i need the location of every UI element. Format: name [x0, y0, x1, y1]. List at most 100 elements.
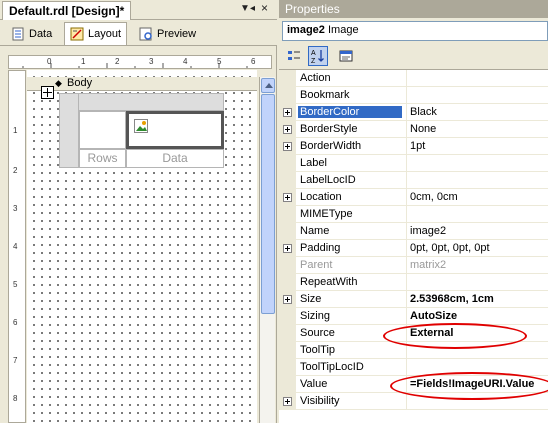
property-row-bookmark[interactable]: Bookmark: [279, 87, 548, 104]
column-divider: [406, 70, 407, 87]
property-value[interactable]: =Fields!ImageURI.Value: [410, 378, 548, 390]
scroll-up-button[interactable]: [261, 78, 275, 93]
object-selector[interactable]: image2 Image: [282, 21, 548, 41]
property-name: Bookmark: [300, 89, 350, 101]
property-row-mimetype[interactable]: MIMEType: [279, 206, 548, 223]
dropdown-arrow-icon[interactable]: ▼: [240, 3, 250, 14]
column-divider: [406, 308, 407, 325]
column-divider: [406, 121, 407, 138]
alphabetical-sort-icon: AZ: [311, 50, 324, 64]
property-name: BorderStyle: [300, 123, 358, 135]
property-value: matrix2: [410, 259, 447, 271]
expand-icon[interactable]: [283, 295, 292, 304]
body-section-header[interactable]: ◆ Body: [27, 77, 257, 91]
tab-preview-label: Preview: [157, 27, 197, 40]
property-name: Value: [300, 378, 328, 390]
row-gutter: [279, 223, 296, 240]
property-name: MIMEType: [300, 208, 353, 220]
property-row-bordercolor[interactable]: BorderColor Black: [279, 104, 548, 121]
property-row-action[interactable]: Action: [279, 70, 548, 87]
property-pages-button[interactable]: [336, 46, 356, 66]
categorized-button[interactable]: [284, 46, 304, 66]
property-row-location[interactable]: Location 0cm, 0cm: [279, 189, 548, 206]
tab-layout[interactable]: Layout: [64, 22, 128, 45]
horizontal-ruler: 0 1 2 3 4 5 6: [8, 55, 272, 69]
property-row-size[interactable]: Size 2.53968cm, 1cm: [279, 291, 548, 308]
ruler-number: 6: [13, 318, 18, 327]
expand-icon[interactable]: [283, 244, 292, 253]
property-name: Action: [300, 72, 331, 84]
property-value[interactable]: 1pt: [410, 140, 548, 152]
column-divider: [406, 223, 407, 240]
property-row-borderwidth[interactable]: BorderWidth 1pt: [279, 138, 548, 155]
property-value[interactable]: None: [410, 123, 548, 135]
property-row-value[interactable]: Value =Fields!ImageURI.Value: [279, 376, 548, 393]
property-grid[interactable]: Action Bookmark BorderColor Black Border…: [279, 69, 548, 423]
matrix-rows-cell[interactable]: Rows: [79, 149, 126, 168]
property-name: ToolTipLocID: [300, 361, 364, 373]
row-gutter: [279, 87, 296, 104]
property-row-name[interactable]: Name image2: [279, 223, 548, 240]
property-value[interactable]: 2.53968cm, 1cm: [410, 293, 548, 305]
property-value[interactable]: External: [410, 327, 548, 339]
image-placeholder-icon[interactable]: [134, 119, 148, 133]
matrix-row-handle[interactable]: [59, 93, 79, 168]
property-value[interactable]: AutoSize: [410, 310, 548, 322]
property-row-source[interactable]: Source External: [279, 325, 548, 342]
vertical-scrollbar[interactable]: [259, 77, 275, 423]
expand-icon[interactable]: [283, 193, 292, 202]
matrix-data-cell[interactable]: Data: [126, 149, 224, 168]
property-name: RepeatWith: [300, 276, 358, 288]
property-name: BorderColor: [298, 106, 402, 118]
close-icon[interactable]: ×: [261, 1, 268, 15]
data-icon: [12, 27, 24, 40]
tab-data[interactable]: Data: [6, 23, 57, 44]
property-name: Label: [300, 157, 327, 169]
column-divider: [406, 87, 407, 104]
property-value[interactable]: 0cm, 0cm: [410, 191, 548, 203]
property-name: BorderWidth: [300, 140, 362, 152]
document-tab[interactable]: Default.rdl [Design]*: [2, 1, 132, 20]
layout-icon: [70, 27, 84, 41]
expand-icon[interactable]: [283, 142, 292, 151]
row-gutter: [279, 70, 296, 87]
scroll-thumb[interactable]: [261, 94, 275, 314]
matrix-column-handle[interactable]: [59, 93, 224, 111]
float-icon[interactable]: ◂: [250, 3, 255, 14]
expand-icon[interactable]: [283, 125, 292, 134]
row-gutter: [279, 393, 296, 410]
property-row-tooltiplocid[interactable]: ToolTipLocID: [279, 359, 548, 376]
column-divider: [406, 172, 407, 189]
column-divider: [406, 240, 407, 257]
properties-toolbar: AZ: [279, 44, 548, 68]
row-gutter: [279, 325, 296, 342]
property-row-label[interactable]: Label: [279, 155, 548, 172]
property-row-tooltip[interactable]: ToolTip: [279, 342, 548, 359]
property-value[interactable]: image2: [410, 225, 548, 237]
tab-preview[interactable]: Preview: [134, 23, 201, 44]
matrix-corner-cell[interactable]: [79, 111, 126, 149]
expand-icon[interactable]: [283, 108, 292, 117]
row-gutter: [279, 104, 296, 121]
column-divider: [406, 342, 407, 359]
property-value[interactable]: Black: [410, 106, 548, 118]
property-name: Parent: [300, 259, 333, 271]
row-gutter: [279, 138, 296, 155]
row-gutter: [279, 257, 296, 274]
alphabetical-button[interactable]: AZ: [308, 46, 328, 66]
property-row-sizing[interactable]: Sizing AutoSize: [279, 308, 548, 325]
property-row-padding[interactable]: Padding 0pt, 0pt, 0pt, 0pt: [279, 240, 548, 257]
property-row-repeatwith[interactable]: RepeatWith: [279, 274, 548, 291]
property-row-labellocid[interactable]: LabelLocID: [279, 172, 548, 189]
property-row-borderstyle[interactable]: BorderStyle None: [279, 121, 548, 138]
ruler-number: 0: [47, 57, 52, 66]
column-divider: [406, 325, 407, 342]
move-handle-icon[interactable]: [41, 86, 54, 99]
ruler-number: 1: [13, 126, 18, 135]
expand-icon[interactable]: [283, 397, 292, 406]
ruler-number: 7: [13, 356, 18, 365]
property-row-parent[interactable]: Parent matrix2: [279, 257, 548, 274]
property-row-visibility[interactable]: Visibility: [279, 393, 548, 410]
property-value[interactable]: 0pt, 0pt, 0pt, 0pt: [410, 242, 548, 254]
row-gutter: [279, 342, 296, 359]
